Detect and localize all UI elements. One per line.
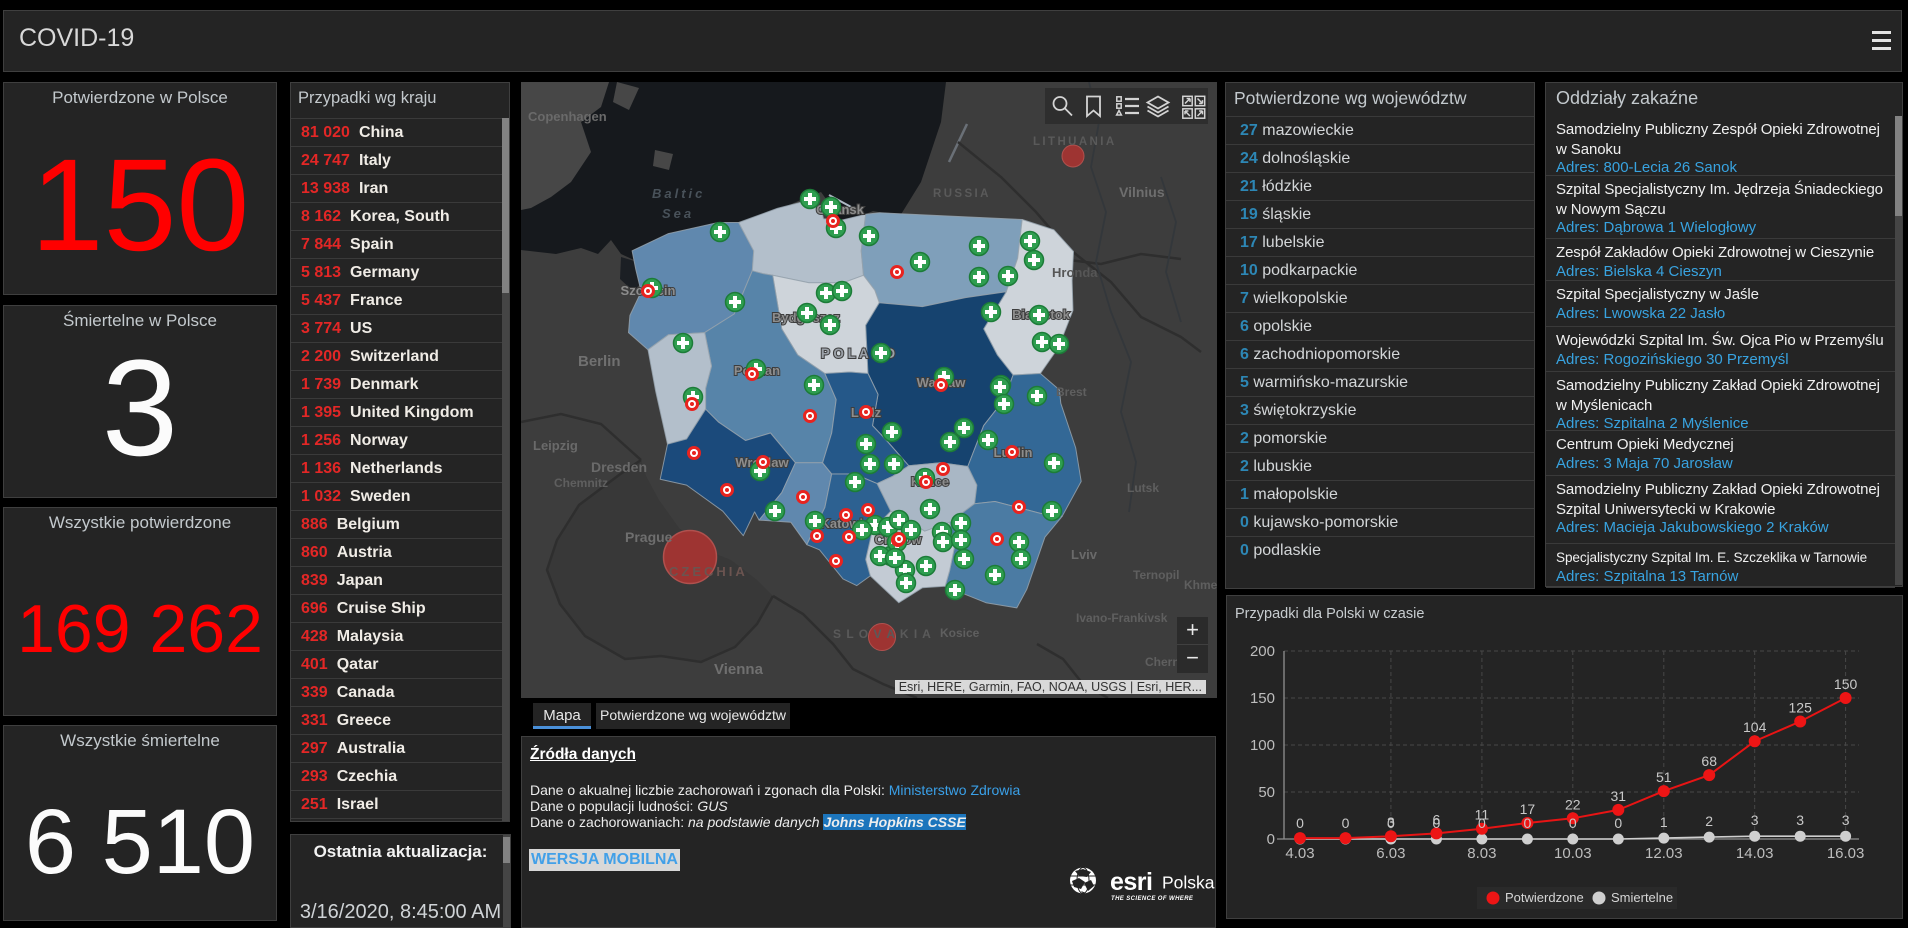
svg-text:Vilnius: Vilnius	[1119, 184, 1165, 200]
svg-text:12.03: 12.03	[1645, 845, 1683, 862]
svg-text:11: 11	[1475, 807, 1490, 823]
svg-text:6.03: 6.03	[1376, 845, 1405, 862]
svg-text:S L O V A K I A: S L O V A K I A	[833, 627, 932, 641]
svg-text:Leipzig: Leipzig	[533, 438, 578, 453]
svg-text:14.03: 14.03	[1736, 845, 1774, 862]
svg-text:0: 0	[1524, 815, 1532, 831]
svg-text:Kosice: Kosice	[940, 626, 980, 640]
svg-text:Dresden: Dresden	[591, 459, 647, 475]
svg-text:22: 22	[1565, 796, 1581, 812]
svg-text:esri: esri	[1110, 868, 1152, 896]
svg-text:CZECHIA: CZECHIA	[669, 564, 748, 579]
svg-text:0: 0	[1569, 815, 1577, 831]
svg-text:51: 51	[1656, 769, 1672, 785]
svg-text:Polska: Polska	[1162, 873, 1215, 893]
svg-text:Lutsk: Lutsk	[1127, 481, 1159, 495]
svg-text:THE SCIENCE OF WHERE: THE SCIENCE OF WHERE	[1111, 896, 1194, 902]
svg-text:68: 68	[1701, 753, 1717, 769]
svg-text:3: 3	[1751, 812, 1759, 828]
svg-text:2: 2	[1705, 813, 1713, 829]
svg-text:Prague: Prague	[625, 529, 673, 545]
svg-text:Hronda: Hronda	[1052, 265, 1098, 280]
svg-text:Smiertelne: Smiertelne	[1611, 890, 1673, 905]
svg-text:Baltic: Baltic	[652, 186, 705, 201]
svg-text:Brest: Brest	[1056, 385, 1087, 399]
svg-text:Ternopil: Ternopil	[1133, 568, 1179, 582]
svg-text:6: 6	[1433, 811, 1441, 827]
svg-text:0: 0	[1614, 815, 1622, 831]
svg-text:Khmel: Khmel	[1184, 578, 1217, 592]
svg-text:0: 0	[1267, 831, 1275, 848]
svg-text:200: 200	[1250, 643, 1275, 660]
svg-text:1: 1	[1660, 814, 1668, 830]
svg-text:0: 0	[1296, 815, 1304, 831]
svg-text:10.03: 10.03	[1554, 845, 1592, 862]
svg-text:LITHUANIA: LITHUANIA	[1033, 136, 1117, 148]
svg-text:8.03: 8.03	[1467, 845, 1496, 862]
svg-text:3: 3	[1842, 812, 1850, 828]
svg-text:104: 104	[1743, 719, 1767, 735]
svg-text:17: 17	[1520, 801, 1536, 817]
svg-text:16.03: 16.03	[1827, 845, 1865, 862]
svg-text:100: 100	[1250, 737, 1275, 754]
svg-text:Lviv: Lviv	[1071, 547, 1098, 562]
svg-text:Chemnitz: Chemnitz	[554, 476, 608, 490]
svg-text:125: 125	[1789, 700, 1813, 716]
svg-text:Vienna: Vienna	[714, 661, 764, 678]
svg-text:3: 3	[1796, 812, 1804, 828]
svg-text:Copenhagen: Copenhagen	[528, 109, 607, 124]
svg-text:3: 3	[1387, 814, 1395, 830]
svg-text:50: 50	[1258, 784, 1275, 801]
svg-text:Sea: Sea	[662, 206, 694, 221]
svg-text:150: 150	[1834, 676, 1858, 692]
svg-text:31: 31	[1611, 788, 1627, 804]
svg-text:Berlin: Berlin	[578, 353, 621, 370]
svg-text:RUSSIA: RUSSIA	[933, 188, 991, 200]
svg-text:Ivano-Frankivsk: Ivano-Frankivsk	[1076, 611, 1168, 625]
svg-text:4.03: 4.03	[1285, 845, 1314, 862]
svg-text:Potwierdzone: Potwierdzone	[1505, 890, 1584, 905]
svg-text:150: 150	[1250, 690, 1275, 707]
svg-text:0: 0	[1342, 815, 1350, 831]
